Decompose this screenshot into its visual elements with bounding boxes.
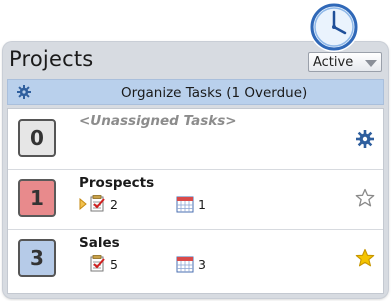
filter-dropdown-value: Active (313, 55, 354, 70)
project-row-sales[interactable]: 3 Sales 5 3 (8, 231, 383, 289)
organize-tasks-bar[interactable]: Organize Tasks (1 Overdue) (7, 79, 384, 105)
task-checklist-icon[interactable] (89, 195, 107, 213)
gear-icon[interactable] (355, 129, 375, 149)
task-count: 5 (110, 257, 118, 272)
project-name[interactable]: Prospects (79, 175, 154, 191)
expand-triangle-icon[interactable] (79, 198, 87, 210)
star-filled-icon[interactable] (355, 248, 375, 268)
calendar-count: 1 (198, 197, 206, 212)
project-name[interactable]: Sales (79, 235, 120, 251)
project-list: 0 <Unassigned Tasks> 1 Prospects 2 1 3 S… (7, 108, 384, 294)
star-outline-icon[interactable] (355, 188, 375, 208)
clock-icon[interactable] (307, 0, 363, 56)
project-row-unassigned[interactable]: 0 <Unassigned Tasks> (8, 111, 383, 170)
task-count: 2 (110, 197, 118, 212)
project-count-box: 3 (18, 239, 56, 277)
gear-icon (17, 85, 31, 99)
calendar-icon[interactable] (176, 195, 194, 213)
project-name[interactable]: <Unassigned Tasks> (79, 113, 237, 129)
project-count-box: 0 (18, 119, 56, 157)
chevron-down-icon (365, 60, 377, 67)
calendar-count: 3 (198, 257, 206, 272)
widget-title: Projects (9, 47, 94, 71)
task-checklist-icon[interactable] (89, 255, 107, 273)
project-count-box: 1 (18, 179, 56, 217)
projects-widget: Projects Active Organize Tasks (1 Overdu… (3, 42, 388, 298)
organize-tasks-label: Organize Tasks (1 Overdue) (121, 85, 308, 101)
project-row-prospects[interactable]: 1 Prospects 2 1 (8, 171, 383, 230)
calendar-icon[interactable] (176, 255, 194, 273)
